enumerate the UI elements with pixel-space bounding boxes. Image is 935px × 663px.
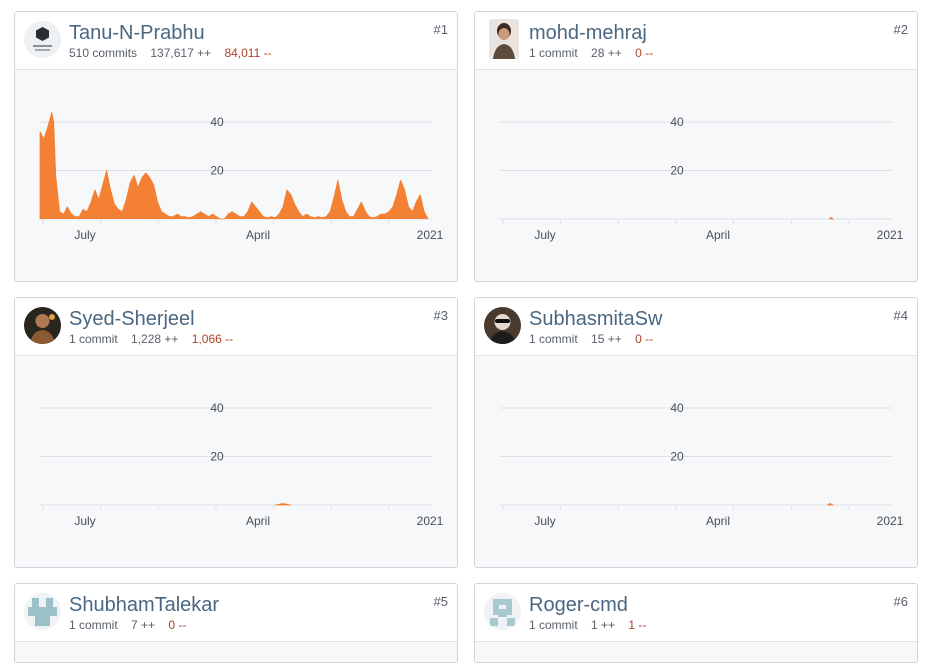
rank-label: #6: [893, 594, 908, 609]
person-photo-avatar-icon[interactable]: [484, 307, 521, 344]
rank-label: #5: [433, 594, 448, 609]
y-tick-label: 20: [670, 449, 684, 463]
x-tick-label: April: [246, 514, 270, 528]
commit-count-link[interactable]: 1 commit: [529, 332, 578, 346]
x-tick-label: July: [74, 514, 95, 528]
commit-count-link[interactable]: 1 commit: [529, 46, 578, 60]
commit-count-link[interactable]: 510 commits: [69, 46, 137, 60]
card-header: SubhasmitaSw 1 commit 15 ++ 0 -- #4: [475, 298, 917, 356]
commit-area-series: [274, 503, 292, 506]
additions-count: 7 ++: [131, 618, 156, 632]
commit-count-link[interactable]: 1 commit: [529, 618, 578, 632]
y-tick-label: 20: [670, 163, 684, 177]
card-header: Tanu-N-Prabhu 510 commits 137,617 ++ 84,…: [15, 12, 457, 70]
commit-count-link[interactable]: 1 commit: [69, 618, 118, 632]
contributor-name-link[interactable]: SubhasmitaSw: [529, 307, 662, 331]
identicon-avatar-icon[interactable]: [24, 593, 61, 630]
contributor-stats: 1 commit 1 ++ 1 --: [529, 618, 656, 632]
identicon-avatar-icon[interactable]: [484, 593, 521, 630]
additions-count: 15 ++: [591, 332, 622, 346]
deletions-count: 0 --: [635, 332, 654, 346]
hexagon-logo-avatar-icon[interactable]: [24, 21, 61, 58]
x-tick-label: July: [534, 228, 555, 242]
contributor-name-link[interactable]: Syed-Sherjeel: [69, 307, 195, 331]
commit-activity-chart: 20 40 July April 2021: [500, 115, 904, 242]
x-tick-label: April: [246, 228, 270, 242]
contributor-card-3: Syed-Sherjeel 1 commit 1,228 ++ 1,066 --…: [14, 297, 458, 568]
card-header: Syed-Sherjeel 1 commit 1,228 ++ 1,066 --…: [15, 298, 457, 356]
y-tick-label: 40: [210, 115, 224, 129]
contributor-stats: 1 commit 15 ++ 0 --: [529, 332, 663, 346]
y-tick-label: 20: [210, 449, 224, 463]
rank-label: #2: [893, 22, 908, 37]
contributor-stats: 1 commit 7 ++ 0 --: [69, 618, 196, 632]
commit-area-series: [826, 503, 834, 506]
additions-count: 137,617 ++: [150, 46, 212, 60]
rank-label: #4: [893, 308, 908, 323]
additions-count: 1 ++: [591, 618, 616, 632]
commit-area-series: [39, 111, 429, 220]
person-photo-avatar-icon[interactable]: [489, 19, 519, 59]
contributor-card-2: mohd-mehraj 1 commit 28 ++ 0 -- #2 20 40 J…: [474, 11, 918, 282]
card-header: mohd-mehraj 1 commit 28 ++ 0 -- #2: [475, 12, 917, 70]
commit-activity-chart: 20 40 July April 2021: [39, 111, 444, 242]
x-tick-label: July: [534, 514, 555, 528]
x-tick-label: 2021: [877, 514, 904, 528]
x-tick-label: 2021: [877, 228, 904, 242]
additions-count: 28 ++: [591, 46, 622, 60]
x-tick-label: April: [706, 514, 730, 528]
y-tick-label: 40: [210, 401, 224, 415]
x-tick-label: July: [74, 228, 95, 242]
contributor-stats: 510 commits 137,617 ++ 84,011 --: [69, 46, 282, 60]
contributor-name-link[interactable]: Tanu-N-Prabhu: [69, 21, 205, 45]
contributor-name-link[interactable]: ShubhamTalekar: [69, 593, 219, 617]
rank-label: #3: [433, 308, 448, 323]
commit-activity-chart: 20 40 July April 2021: [40, 401, 444, 528]
y-tick-label: 40: [670, 115, 684, 129]
x-tick-label: April: [706, 228, 730, 242]
contributor-card-1: Tanu-N-Prabhu 510 commits 137,617 ++ 84,…: [14, 11, 458, 282]
deletions-count: 84,011 --: [224, 46, 272, 60]
y-tick-label: 40: [670, 401, 684, 415]
deletions-count: 0 --: [635, 46, 654, 60]
commit-activity-chart: 20 40 July April 2021: [500, 401, 904, 528]
deletions-count: 1,066 --: [191, 332, 234, 346]
commit-count-link[interactable]: 1 commit: [69, 332, 118, 346]
additions-count: 1,228 ++: [131, 332, 179, 346]
person-photo-avatar-icon[interactable]: [24, 307, 61, 344]
contributor-name-link[interactable]: mohd-mehraj: [529, 21, 647, 45]
contributor-card-4: SubhasmitaSw 1 commit 15 ++ 0 -- #4 20 40…: [474, 297, 918, 568]
card-header: Roger-cmd 1 commit 1 ++ 1 -- #6: [475, 584, 917, 642]
commit-area-series: [828, 217, 834, 220]
contributor-card-6: Roger-cmd 1 commit 1 ++ 1 -- #6: [474, 583, 918, 663]
deletions-count: 0 --: [168, 618, 187, 632]
contributor-stats: 1 commit 28 ++ 0 --: [529, 46, 663, 60]
contributor-card-5: ShubhamTalekar 1 commit 7 ++ 0 -- #5: [14, 583, 458, 663]
y-tick-label: 20: [210, 163, 224, 177]
deletions-count: 1 --: [628, 618, 647, 632]
x-tick-label: 2021: [417, 228, 444, 242]
contributor-name-link[interactable]: Roger-cmd: [529, 593, 628, 617]
contributor-stats: 1 commit 1,228 ++ 1,066 --: [69, 332, 243, 346]
x-tick-label: 2021: [417, 514, 444, 528]
rank-label: #1: [433, 22, 448, 37]
card-header: ShubhamTalekar 1 commit 7 ++ 0 -- #5: [15, 584, 457, 642]
